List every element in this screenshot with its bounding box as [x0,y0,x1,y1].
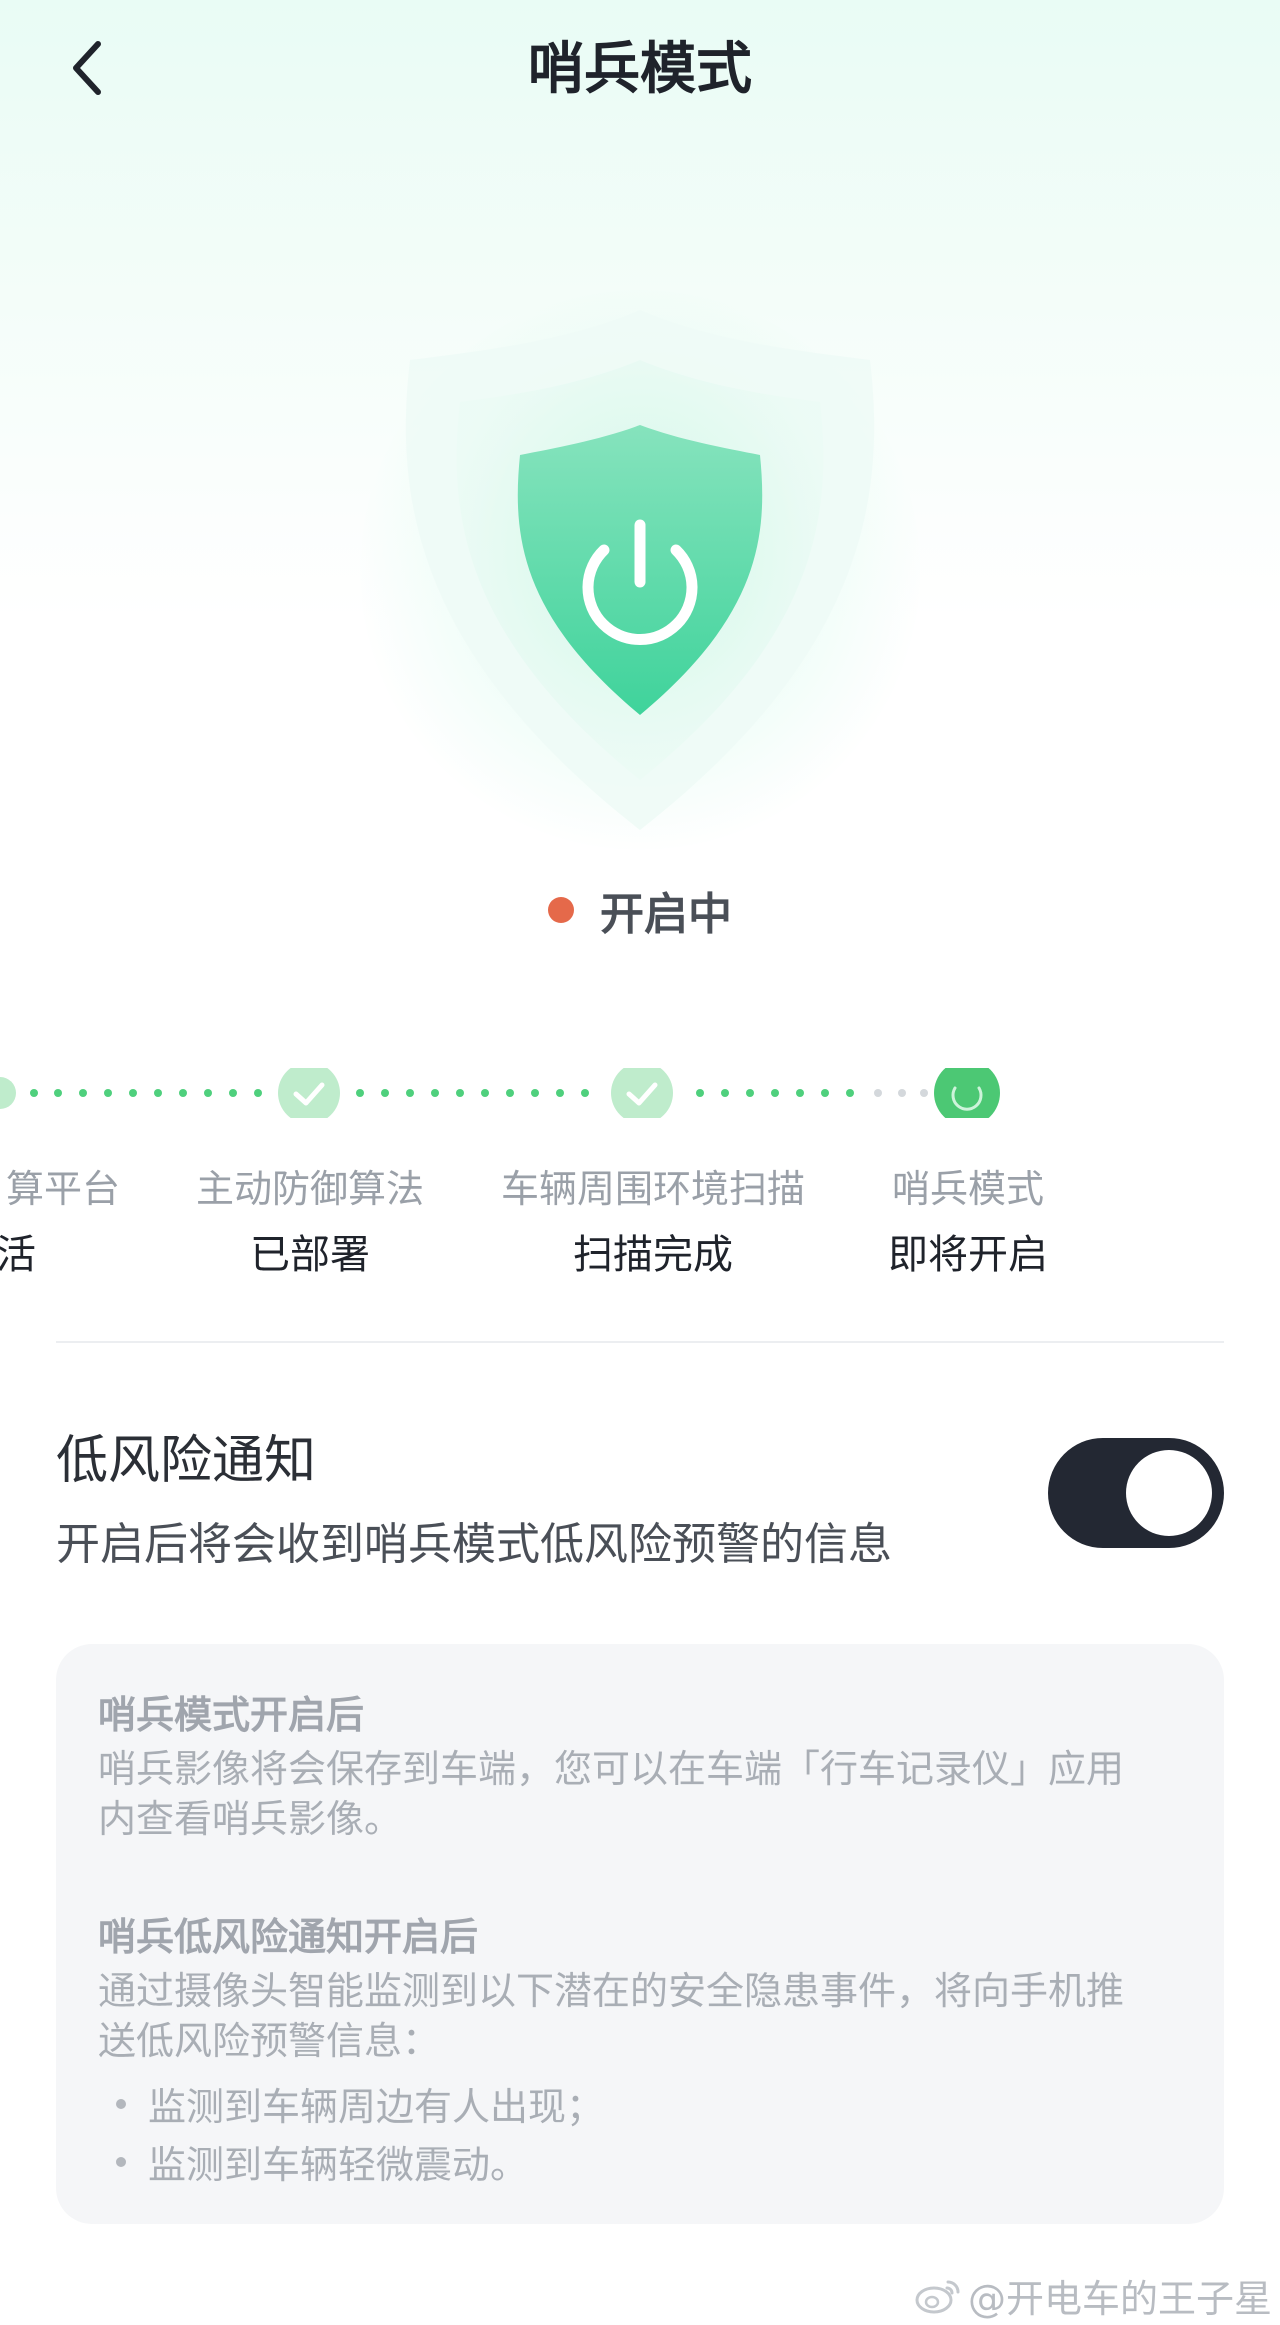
info-heading-2: 哨兵低风险通知开启后 [98,1915,479,1959]
weibo-icon [915,2280,960,2313]
bullet-dot [116,2098,126,2109]
watermark-text: @开电车的王子星 [967,2277,1272,2321]
notification-title: 低风险通知 [56,1431,317,1491]
bullet-dot [116,2156,126,2167]
list-item: 监测到车辆周边有人出现； [98,2076,604,2131]
status-text: 开启中 [600,889,732,940]
status-dot [548,897,574,923]
page-title: 哨兵模式 [528,37,752,102]
notification-description: 开启后将会收到哨兵模式低风险预警的信息 [56,1519,892,1570]
low-risk-notification-toggle[interactable] [1048,1438,1224,1548]
toggle-knob [1126,1450,1212,1536]
info-text-2-line-2: 送低风险预警信息： [98,2019,441,2063]
info-text-1-line-1: 哨兵影像将会保存到车端，您可以在车端「行车记录仪」应用 [98,1747,1125,1791]
info-text-1-line-2: 内查看哨兵影像。 [98,1797,403,1841]
status-indicator: 开启中 [0,880,1280,940]
progress-steps [0,1060,1280,1126]
step-label-4: 哨兵模式 [891,1167,1044,1211]
step-value-2: 已部署 [250,1232,370,1278]
bullet-text: 监测到车辆周边有人出现； [148,2085,605,2129]
watermark: @开电车的王子星 [914,2268,1272,2323]
shield-power-icon[interactable] [380,290,900,850]
info-text-2-line-1: 通过摄像头智能监测到以下潜在的安全隐患事件，将向手机推 [98,1969,1125,2013]
divider [56,1341,1224,1343]
step-value-4: 即将开启 [888,1232,1048,1278]
step-value-3: 扫描完成 [573,1232,733,1278]
info-card: 哨兵模式开启后 哨兵影像将会保存到车端，您可以在车端「行车记录仪」应用 内查看哨… [56,1644,1224,2224]
list-item: 监测到车辆轻微震动。 [98,2134,528,2189]
step-label-2: 主动防御算法 [195,1167,424,1211]
info-heading-1: 哨兵模式开启后 [98,1693,365,1737]
bullet-text: 监测到车辆轻微震动。 [148,2143,529,2187]
step-label-3: 车辆周围环境扫描 [500,1167,805,1211]
